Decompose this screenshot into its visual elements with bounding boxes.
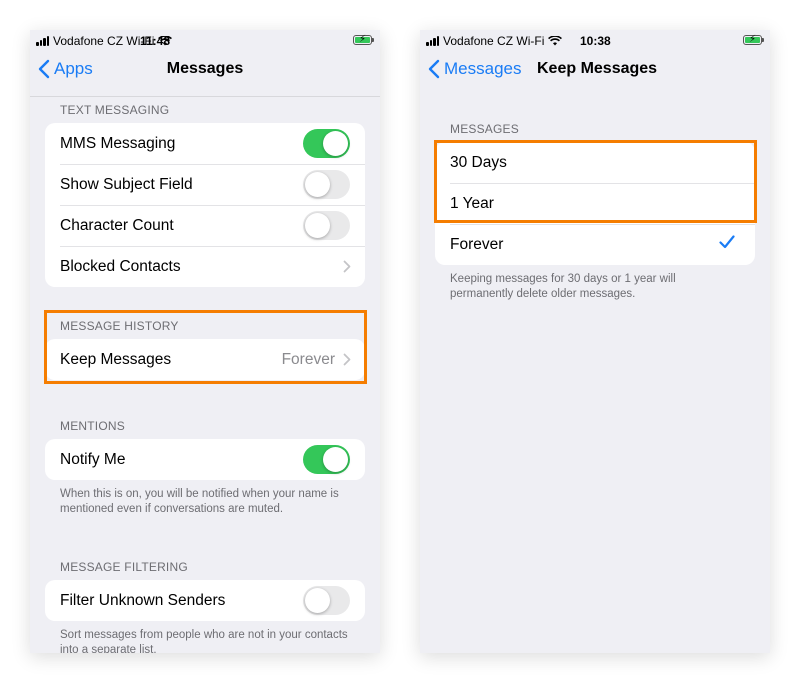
show-subject-field-toggle[interactable] (303, 170, 350, 199)
mentions-footer: When this is on, you will be notified wh… (60, 488, 339, 515)
checkmark-icon (719, 235, 735, 249)
option-30-days[interactable]: 30 Days (435, 142, 755, 183)
keep-messages-value: Forever (281, 350, 335, 368)
page-title: Keep Messages (537, 60, 658, 77)
status-time: 10:38 (580, 34, 611, 48)
filtering-footer: Sort messages from people who are not in… (60, 629, 348, 653)
row-label: Character Count (60, 216, 174, 234)
chevron-right-icon (343, 260, 351, 273)
filter-unknown-senders-row: Filter Unknown Senders (45, 580, 365, 621)
keep-messages-screen: Vodafone CZ Wi-Fi 10:38 ⚡ Messages Keep … (420, 30, 770, 653)
notify-me-row: Notify Me (45, 439, 365, 480)
nav-divider (30, 96, 380, 97)
option-label: 1 Year (450, 194, 494, 212)
status-time: 11:48 (140, 34, 171, 48)
option-1-year[interactable]: 1 Year (435, 183, 755, 224)
section-header-message-history: MESSAGE HISTORY (60, 319, 179, 333)
wifi-icon (548, 36, 563, 46)
row-label: Blocked Contacts (60, 257, 181, 275)
character-count-toggle[interactable] (303, 211, 350, 240)
option-forever[interactable]: Forever (435, 224, 755, 265)
keep-messages-options-group: 30 Days 1 Year Forever (435, 142, 755, 265)
blocked-contacts-row[interactable]: Blocked Contacts (45, 246, 365, 287)
nav-bar: Apps Messages (30, 52, 380, 96)
status-bar: Vodafone CZ Wi-Fi 10:38 ⚡ (420, 30, 770, 52)
option-label: 30 Days (450, 153, 507, 171)
page-title: Messages (166, 60, 244, 77)
message-history-group: Keep Messages Forever (45, 339, 365, 380)
carrier-label: Vodafone CZ Wi-Fi (443, 34, 545, 48)
option-label: Forever (450, 235, 504, 253)
row-label: Show Subject Field (60, 175, 193, 193)
section-header-message-filtering: MESSAGE FILTERING (60, 560, 188, 574)
nav-bar: Messages Keep Messages (420, 52, 770, 96)
status-bar: Vodafone CZ Wi-Fi 11:48 ⚡ (30, 30, 380, 52)
row-label: Filter Unknown Senders (60, 591, 226, 609)
mms-messaging-toggle[interactable] (303, 129, 350, 158)
battery-charging-icon: ⚡ (743, 34, 764, 45)
row-label: MMS Messaging (60, 134, 176, 152)
section-header-messages: MESSAGES (450, 122, 519, 136)
section-header-text-messaging: TEXT MESSAGING (60, 103, 170, 117)
text-messaging-group: MMS Messaging Show Subject Field Charact… (45, 123, 365, 287)
chevron-right-icon (343, 353, 351, 366)
message-filtering-group: Filter Unknown Senders (45, 580, 365, 621)
chevron-left-icon (428, 59, 440, 79)
battery-charging-icon: ⚡ (353, 34, 374, 45)
filter-unknown-senders-toggle[interactable] (303, 586, 350, 615)
character-count-row: Character Count (45, 205, 365, 246)
section-header-mentions: MENTIONS (60, 419, 125, 433)
mms-messaging-row: MMS Messaging (45, 123, 365, 164)
show-subject-field-row: Show Subject Field (45, 164, 365, 205)
messages-settings-screen: Vodafone CZ Wi-Fi 11:48 ⚡ Apps Messages … (30, 30, 380, 653)
keep-messages-row[interactable]: Keep Messages Forever (45, 339, 365, 380)
back-label: Messages (444, 59, 522, 78)
row-label: Keep Messages (60, 350, 172, 368)
signal-icon (426, 36, 439, 46)
signal-icon (36, 36, 49, 46)
keep-messages-footer: Keeping messages for 30 days or 1 year w… (450, 273, 676, 300)
mentions-group: Notify Me (45, 439, 365, 480)
back-button[interactable]: Messages (428, 59, 521, 79)
row-label: Notify Me (60, 450, 126, 468)
notify-me-toggle[interactable] (303, 445, 350, 474)
